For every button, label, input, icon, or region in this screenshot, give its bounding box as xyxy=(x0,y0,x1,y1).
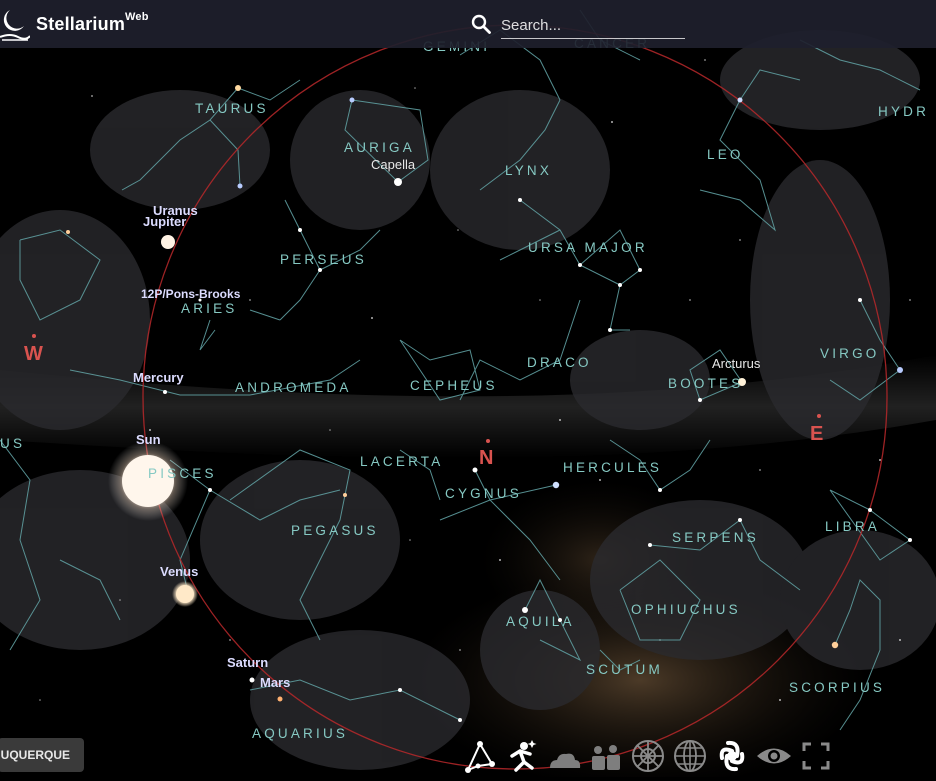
label-scutum: SCUTUM xyxy=(586,662,663,677)
label-sun: Sun xyxy=(136,432,161,447)
label-leo: LEO xyxy=(707,147,744,162)
label-aquarius: AQUARIUS xyxy=(252,726,348,741)
equatorial-grid-icon xyxy=(674,740,706,772)
fullscreen-toggle[interactable] xyxy=(796,736,836,776)
label-aquila: AQUILA xyxy=(506,614,575,629)
label-auriga: AURIGA xyxy=(344,140,415,155)
brand-name: Stellarium xyxy=(36,14,126,34)
saturn-dot[interactable] xyxy=(249,677,255,683)
label-partial-us: US xyxy=(0,436,25,451)
label-lynx: LYNX xyxy=(505,163,552,178)
landscape-icon xyxy=(592,745,620,770)
atmosphere-toggle[interactable] xyxy=(544,736,584,776)
label-arcturus: Arcturus xyxy=(712,356,761,371)
stellarium-logo-icon[interactable] xyxy=(0,4,30,44)
top-bar: StellariumWeb xyxy=(0,0,936,48)
label-lacerta: LACERTA xyxy=(360,454,443,469)
cardinal-west: W xyxy=(24,343,43,365)
label-venus: Venus xyxy=(160,564,198,579)
night-mode-toggle[interactable] xyxy=(754,736,794,776)
azimuthal-grid-toggle[interactable] xyxy=(628,736,668,776)
label-comet: 12P/Pons-Brooks xyxy=(141,287,241,301)
label-bootes: BOOTES xyxy=(668,376,743,391)
constellation-lines-toggle[interactable] xyxy=(460,736,500,776)
mars-dot[interactable] xyxy=(277,696,283,702)
app-brand[interactable]: StellariumWeb xyxy=(36,11,149,35)
label-ursa-major: URSA MAJOR xyxy=(528,240,648,255)
azimuthal-grid-icon xyxy=(632,740,664,772)
label-draco: DRACO xyxy=(527,355,592,370)
label-jupiter: Jupiter xyxy=(143,214,186,229)
label-saturn: Saturn xyxy=(227,655,268,670)
label-serpens: SERPENS xyxy=(672,530,759,545)
bottom-toolbar xyxy=(460,736,840,776)
galaxy-icon xyxy=(719,740,745,772)
label-pegasus: PEGASUS xyxy=(291,523,379,538)
constellation-lines-icon xyxy=(465,741,495,773)
sky-view[interactable]: W N E TAURUS AURIGA GEMINI CANCER HYDR L… xyxy=(0,0,936,777)
label-cygnus: CYGNUS xyxy=(445,486,522,501)
fullscreen-icon xyxy=(802,742,830,770)
sun-core xyxy=(122,455,174,507)
label-libra: LIBRA xyxy=(825,519,880,534)
label-perseus: PERSEUS xyxy=(280,252,367,267)
label-pisces: PISCES xyxy=(148,466,217,481)
cardinal-east: E xyxy=(810,423,823,445)
mercury-dot[interactable] xyxy=(163,390,167,394)
label-virgo: VIRGO xyxy=(820,346,880,361)
deep-sky-objects-toggle[interactable] xyxy=(712,736,752,776)
eye-icon xyxy=(757,748,791,764)
label-aries: ARIES xyxy=(181,301,238,316)
label-mars: Mars xyxy=(260,675,290,690)
search-input[interactable] xyxy=(501,12,685,39)
label-hydra: HYDR xyxy=(878,104,929,119)
label-taurus: TAURUS xyxy=(195,101,269,116)
venus-core xyxy=(176,585,194,603)
jupiter-disk[interactable] xyxy=(161,235,175,249)
label-scorpius: SCORPIUS xyxy=(789,680,885,695)
brand-sup: Web xyxy=(125,11,149,23)
constellation-art-icon xyxy=(510,740,537,772)
equatorial-grid-toggle[interactable] xyxy=(670,736,710,776)
constellation-art-toggle[interactable] xyxy=(502,736,542,776)
label-cepheus: CEPHEUS xyxy=(410,378,498,393)
label-mercury: Mercury xyxy=(133,370,184,385)
label-andromeda: ANDROMEDA xyxy=(235,380,352,395)
cardinal-north: N xyxy=(479,447,493,469)
label-hercules: HERCULES xyxy=(563,460,662,475)
label-ophiuchus: OPHIUCHUS xyxy=(631,602,741,617)
location-button[interactable]: UQUERQUE xyxy=(0,738,84,772)
atmosphere-icon xyxy=(550,753,581,768)
landscape-toggle[interactable] xyxy=(586,736,626,776)
label-capella: Capella xyxy=(371,157,416,172)
search-icon[interactable] xyxy=(471,14,491,34)
